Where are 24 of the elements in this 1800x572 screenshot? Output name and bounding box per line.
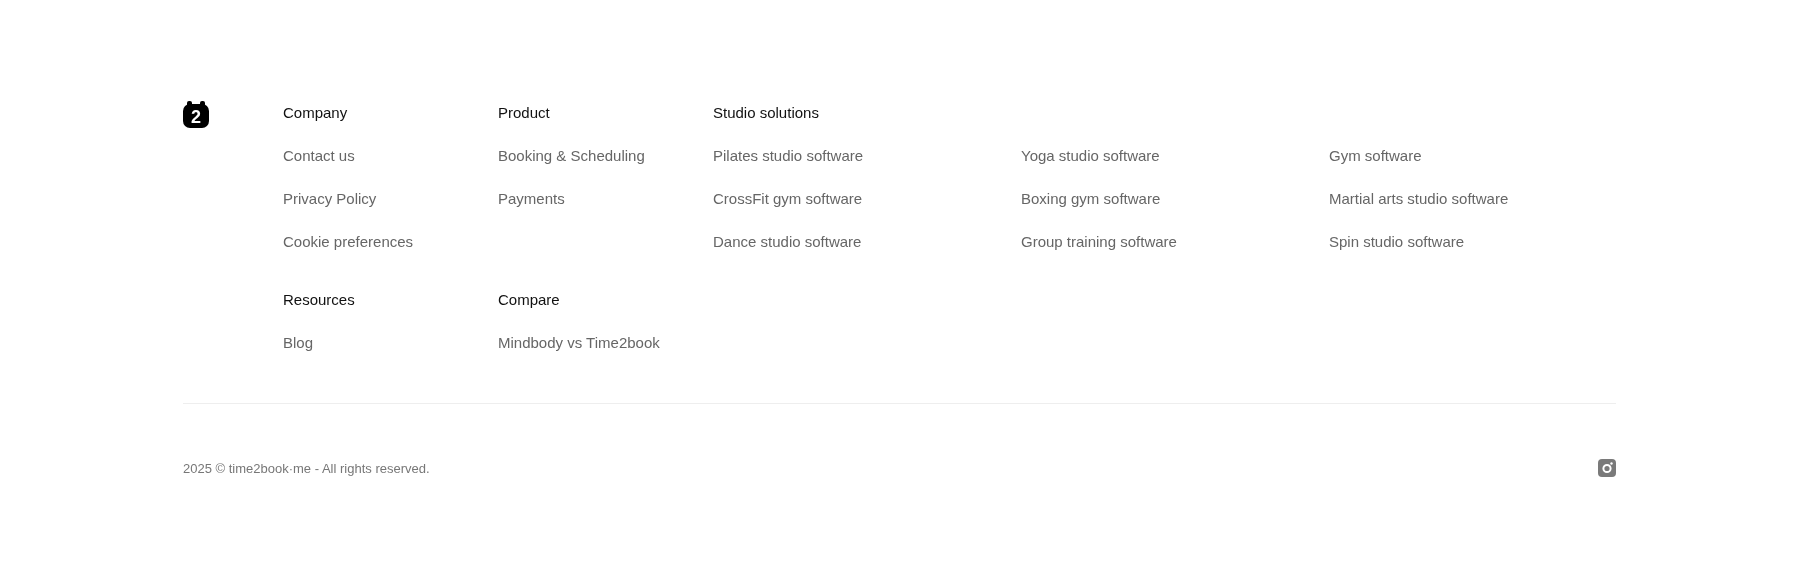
- footer-link[interactable]: Privacy Policy: [283, 189, 498, 209]
- footer-link[interactable]: Contact us: [283, 146, 498, 166]
- section-heading: Resources: [283, 290, 356, 310]
- section-heading: Studio solutions: [713, 103, 820, 123]
- instagram-icon[interactable]: [1598, 459, 1616, 477]
- footer-link[interactable]: Group training software: [1021, 232, 1329, 252]
- footer-link[interactable]: Pilates studio software: [713, 146, 1021, 166]
- footer-link[interactable]: Gym software: [1329, 146, 1637, 166]
- footer-link[interactable]: Cookie preferences: [283, 232, 498, 252]
- footer-link[interactable]: Blog: [283, 333, 498, 353]
- footer-link[interactable]: CrossFit gym software: [713, 189, 1021, 209]
- section-heading: Compare: [498, 290, 561, 310]
- footer-link[interactable]: Yoga studio software: [1021, 146, 1329, 166]
- section-heading: Company: [283, 103, 349, 123]
- footer-link[interactable]: Booking & Scheduling: [498, 146, 713, 166]
- copyright-text: 2025 © time2book·me - All rights reserved.: [183, 460, 430, 476]
- footer-link[interactable]: Dance studio software: [713, 232, 1021, 252]
- logo-icon[interactable]: 2: [183, 101, 209, 128]
- footer-link[interactable]: Spin studio software: [1329, 232, 1637, 252]
- footer-link[interactable]: Mindbody vs Time2book: [498, 333, 713, 353]
- section-heading: Product: [498, 103, 551, 123]
- footer-link[interactable]: Payments: [498, 189, 713, 209]
- footer-link[interactable]: Martial arts studio software: [1329, 189, 1637, 209]
- footer-link[interactable]: Boxing gym software: [1021, 189, 1329, 209]
